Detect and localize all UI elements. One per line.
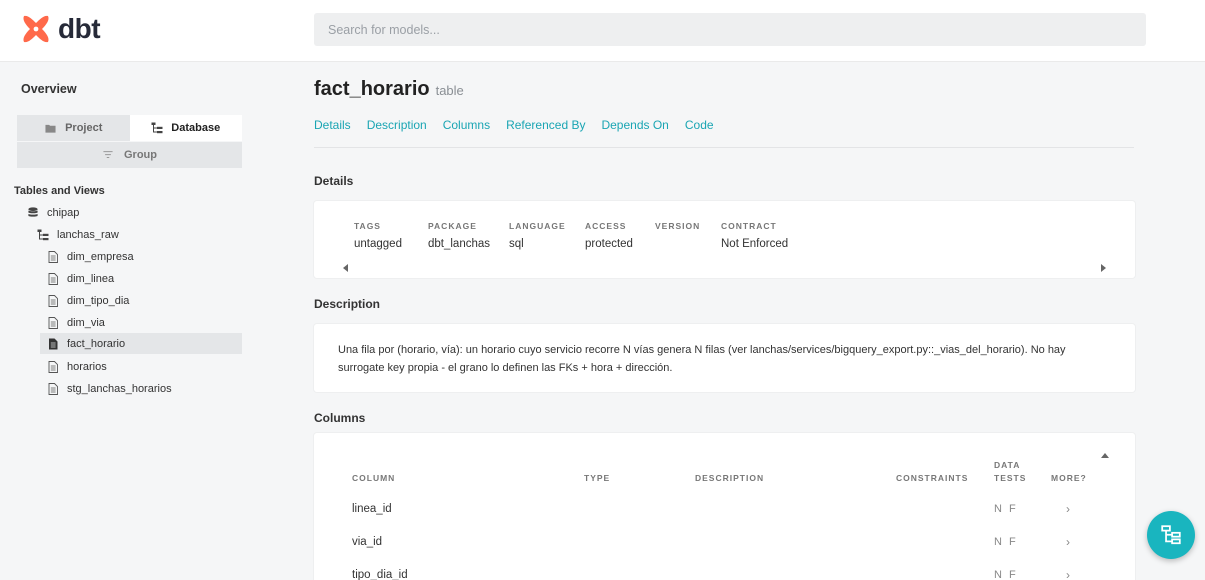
- tree-item-dim-via[interactable]: dim_via: [47, 312, 227, 333]
- detail-version: VERSION: [655, 221, 701, 231]
- details-horizontal-scrollbar[interactable]: [314, 262, 1135, 274]
- tree-item-dim-tipo-dia[interactable]: dim_tipo_dia: [47, 290, 227, 311]
- tab-project[interactable]: Project: [17, 115, 130, 141]
- dbt-logo-icon: [23, 15, 49, 43]
- description-heading: Description: [314, 297, 381, 311]
- tree-item-fact-horario[interactable]: fact_horario: [40, 333, 242, 354]
- file-icon: [48, 250, 58, 263]
- tab-database[interactable]: Database: [129, 115, 242, 141]
- tree-item-dim-linea[interactable]: dim_linea: [47, 268, 227, 289]
- column-name: linea_id: [352, 503, 392, 515]
- dbt-logo[interactable]: dbt: [20, 13, 101, 45]
- th-constraints: CONSTRAINTS: [896, 473, 969, 483]
- chevron-right-icon[interactable]: ›: [1066, 535, 1070, 549]
- sidebar-tabs: Project Database Group: [17, 115, 242, 168]
- tab-project-label: Project: [65, 122, 103, 134]
- column-name: via_id: [352, 536, 383, 548]
- database-icon: [28, 206, 38, 217]
- details-card: TAGS untagged PACKAGE dbt_lanchas LANGUA…: [314, 201, 1135, 278]
- filter-lines-icon: [103, 151, 113, 158]
- detail-package: PACKAGE dbt_lanchas: [428, 221, 491, 250]
- tree-item-lanchas-raw[interactable]: lanchas_raw: [37, 224, 227, 245]
- detail-language: LANGUAGE sql: [509, 221, 566, 250]
- details-fields: TAGS untagged PACKAGE dbt_lanchas LANGUA…: [354, 221, 821, 250]
- detail-access: ACCESS protected: [585, 221, 633, 250]
- column-tests: N F: [994, 503, 1018, 515]
- tree-item-label: dim_tipo_dia: [67, 294, 130, 307]
- nav-referenced-by[interactable]: Referenced By: [506, 118, 585, 132]
- tab-database-label: Database: [171, 122, 221, 134]
- columns-heading: Columns: [314, 411, 366, 425]
- columns-card: COLUMN TYPE DESCRIPTION CONSTRAINTS DATA…: [314, 433, 1135, 580]
- table-row[interactable]: linea_id N F ›: [352, 502, 1112, 523]
- tab-group[interactable]: Group: [17, 142, 242, 168]
- th-column[interactable]: COLUMN: [352, 472, 395, 485]
- description-card: Una fila por (horario, vía): un horario …: [314, 324, 1135, 392]
- schema-tree-icon: [37, 229, 49, 240]
- logo-text: dbt: [58, 13, 101, 44]
- file-icon: [48, 272, 58, 285]
- th-type[interactable]: TYPE: [584, 472, 610, 485]
- tree-item-stg-lanchas-horarios[interactable]: stg_lanchas_horarios: [47, 378, 227, 399]
- tree-item-label: dim_via: [67, 316, 105, 329]
- nav-depends-on[interactable]: Depends On: [601, 118, 668, 132]
- tree-item-dim-empresa[interactable]: dim_empresa: [47, 246, 227, 267]
- detail-contract: CONTRACT Not Enforced: [721, 221, 789, 250]
- nav-divider: [314, 147, 1134, 148]
- tree-item-label: dim_empresa: [67, 250, 134, 263]
- file-filled-icon: [49, 338, 58, 349]
- chevron-right-icon[interactable]: ›: [1066, 502, 1070, 516]
- sidebar: Overview Project Database Group Tables a…: [0, 62, 258, 580]
- tables-views-heading: Tables and Views: [14, 185, 105, 197]
- scroll-up-arrow-icon[interactable]: [1101, 453, 1109, 458]
- nav-description[interactable]: Description: [367, 118, 427, 132]
- section-nav: Details Description Columns Referenced B…: [314, 118, 714, 132]
- tree-item-label: fact_horario: [67, 337, 126, 350]
- column-tests: N F: [994, 569, 1018, 580]
- tree-item-label: stg_lanchas_horarios: [67, 382, 172, 395]
- lineage-graph-button[interactable]: [1147, 511, 1195, 559]
- th-description: DESCRIPTION: [695, 473, 765, 483]
- nav-code[interactable]: Code: [685, 118, 714, 132]
- scroll-right-arrow-icon[interactable]: [1101, 264, 1106, 272]
- file-icon: [48, 382, 58, 395]
- model-header: fact_horario table: [314, 78, 464, 101]
- column-name: tipo_dia_id: [352, 569, 408, 580]
- tree-item-horarios[interactable]: horarios: [47, 356, 227, 377]
- tree-item-label: dim_linea: [67, 272, 115, 285]
- top-bar: dbt: [0, 0, 1205, 62]
- chevron-right-icon[interactable]: ›: [1066, 568, 1070, 580]
- file-icon: [48, 294, 58, 307]
- detail-tags: TAGS untagged: [354, 221, 402, 250]
- description-text: Una fila por (horario, vía): un horario …: [338, 344, 1066, 374]
- file-icon: [48, 316, 58, 329]
- nav-details[interactable]: Details: [314, 118, 351, 132]
- lineage-tree-icon: [1161, 525, 1181, 545]
- table-row[interactable]: via_id N F ›: [352, 535, 1112, 556]
- scroll-left-arrow-icon[interactable]: [343, 264, 348, 272]
- details-heading: Details: [314, 174, 354, 188]
- schema-tree-icon: [151, 122, 163, 134]
- model-type: table: [435, 83, 464, 98]
- search-input[interactable]: [314, 13, 1146, 46]
- th-more: MORE?: [1051, 473, 1087, 483]
- model-title: fact_horario: [314, 78, 430, 100]
- tab-group-label: Group: [124, 149, 157, 161]
- tree-item-label: chipap: [47, 206, 80, 219]
- tree-item-label: horarios: [67, 360, 107, 373]
- overview-link[interactable]: Overview: [21, 82, 77, 96]
- tree-item-chipap[interactable]: chipap: [27, 202, 227, 223]
- th-data-tests: DATA TESTS: [994, 460, 1027, 483]
- nav-columns[interactable]: Columns: [443, 118, 490, 132]
- folder-icon: [45, 124, 56, 133]
- tree-item-label: lanchas_raw: [57, 228, 119, 241]
- file-icon: [48, 360, 58, 373]
- column-tests: N F: [994, 536, 1018, 548]
- table-row[interactable]: tipo_dia_id N F ›: [352, 568, 1112, 580]
